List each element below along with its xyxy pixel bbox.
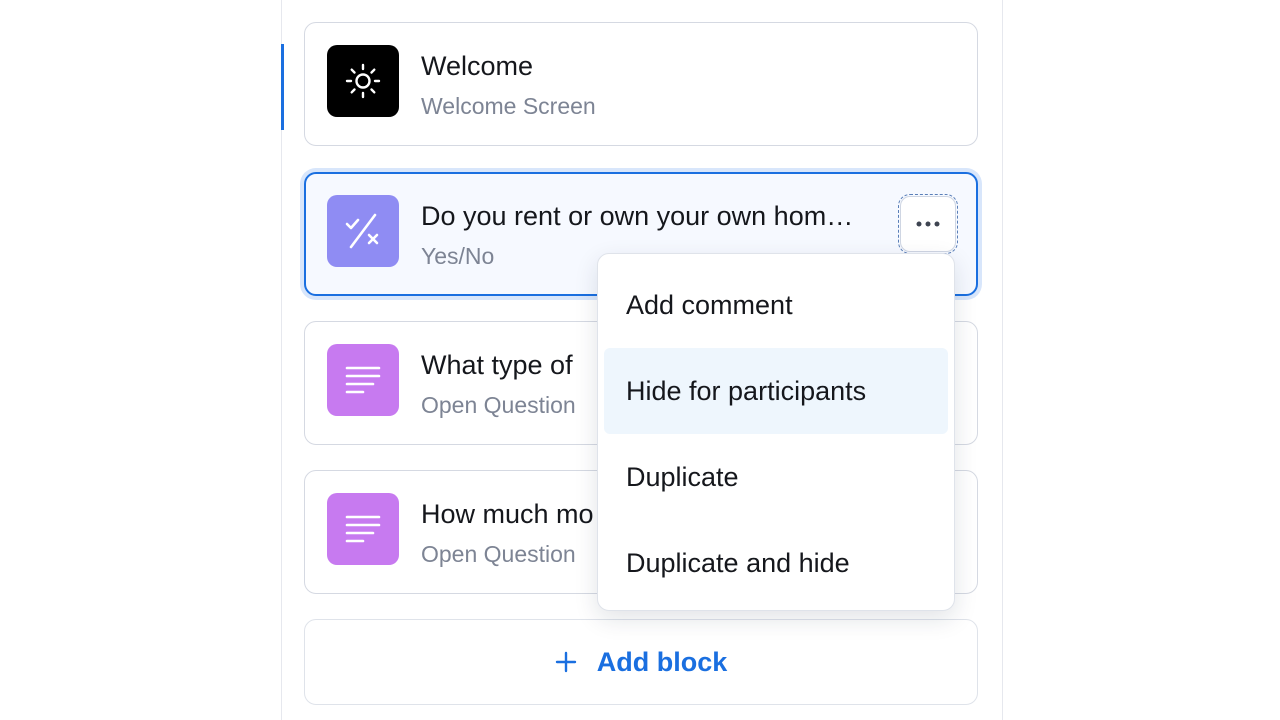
plus-icon: [555, 651, 577, 673]
block-options-menu: Add comment Hide for participants Duplic…: [597, 253, 955, 611]
block-subtitle: Open Question: [421, 392, 576, 418]
more-options-button[interactable]: [898, 194, 958, 254]
add-block-button[interactable]: Add block: [304, 619, 978, 705]
yes-no-icon: [327, 195, 399, 267]
text-lines-icon: [327, 344, 399, 416]
text-lines-icon: [327, 493, 399, 565]
block-welcome[interactable]: Welcome Welcome Screen: [304, 22, 978, 146]
menu-item-add-comment[interactable]: Add comment: [604, 262, 948, 348]
menu-item-hide-for-participants[interactable]: Hide for participants: [604, 348, 948, 434]
block-subtitle: Yes/No: [421, 243, 495, 269]
menu-item-duplicate[interactable]: Duplicate: [604, 434, 948, 520]
block-title: Do you rent or own your own hom…: [421, 201, 854, 231]
block-title: Welcome: [421, 51, 534, 81]
menu-item-duplicate-and-hide[interactable]: Duplicate and hide: [604, 520, 948, 606]
sun-icon: [327, 45, 399, 117]
more-horizontal-icon: [916, 221, 940, 227]
block-subtitle: Open Question: [421, 541, 576, 567]
add-block-label: Add block: [596, 646, 728, 677]
block-subtitle: Welcome Screen: [421, 93, 596, 119]
active-indicator: [281, 44, 284, 130]
